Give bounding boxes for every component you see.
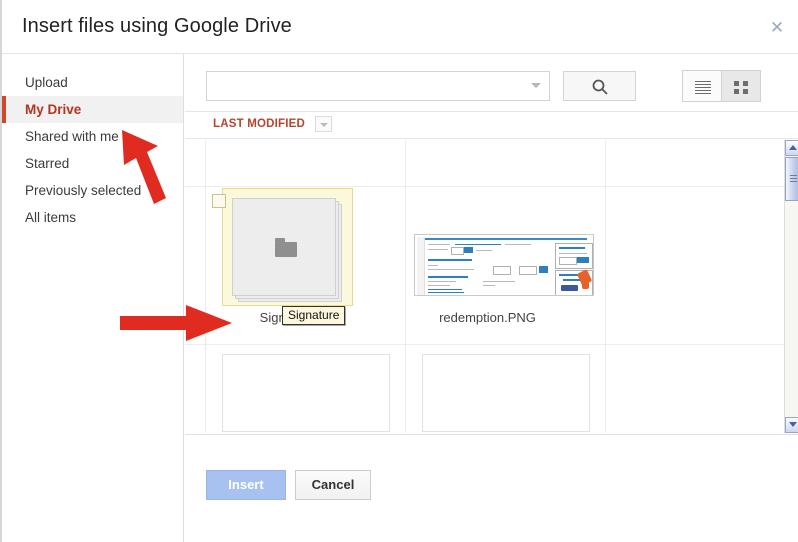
sidebar-item-label: All items xyxy=(25,210,77,225)
sidebar-item-upload[interactable]: Upload xyxy=(2,69,183,96)
sidebar-item-label: My Drive xyxy=(25,102,82,117)
view-toggle-group xyxy=(682,70,761,102)
dialog-title: Insert files using Google Drive xyxy=(22,15,292,37)
sidebar-item-all-items[interactable]: All items xyxy=(2,204,183,231)
sidebar-item-my-drive[interactable]: My Drive xyxy=(2,96,183,123)
sidebar-item-label: Starred xyxy=(25,156,70,171)
sidebar-item-starred[interactable]: Starred xyxy=(2,150,183,177)
file-checkbox[interactable] xyxy=(212,194,226,208)
sidebar-item-label: Shared with me xyxy=(25,129,119,144)
content-panel: LAST MODIFIED Signature redemption.PNG I… xyxy=(185,54,798,542)
close-icon[interactable]: ✕ xyxy=(767,18,787,38)
insert-files-dialog: Insert files using Google Drive ✕ Upload… xyxy=(0,0,798,542)
grid-divider xyxy=(185,344,784,345)
folder-icon xyxy=(275,238,297,257)
file-tooltip: Signature xyxy=(282,306,346,325)
search-box xyxy=(206,71,550,101)
scrollbar-thumb[interactable] xyxy=(785,157,798,201)
list-view-icon xyxy=(695,81,711,94)
search-button[interactable] xyxy=(563,71,636,101)
sort-bar: LAST MODIFIED xyxy=(185,111,798,139)
file-item-signature[interactable]: Signature Signature xyxy=(206,188,406,336)
sidebar-nav-list: Upload My Drive Shared with me Starred P… xyxy=(2,54,183,231)
dialog-footer: Insert Cancel xyxy=(185,434,798,542)
file-item-placeholder[interactable] xyxy=(206,346,406,433)
scrollbar-grip-icon xyxy=(790,175,797,182)
list-view-button[interactable] xyxy=(683,71,722,101)
search-input[interactable] xyxy=(207,72,525,100)
grid-divider xyxy=(185,186,784,187)
sidebar-item-label: Previously selected xyxy=(25,183,142,198)
file-item-redemption-png[interactable]: redemption.PNG xyxy=(406,188,606,336)
grid-view-button[interactable] xyxy=(721,71,760,101)
sidebar-item-previously-selected[interactable]: Previously selected xyxy=(2,177,183,204)
file-placeholder-box xyxy=(422,354,590,432)
grid-view-icon xyxy=(733,81,749,94)
chevron-down-icon[interactable] xyxy=(531,83,541,88)
sidebar-item-shared-with-me[interactable]: Shared with me xyxy=(2,123,183,150)
folder-thumbnail xyxy=(232,198,342,302)
file-name-label: redemption.PNG xyxy=(439,310,536,325)
sidebar: Upload My Drive Shared with me Starred P… xyxy=(2,54,184,542)
content-toolbar xyxy=(185,54,798,111)
image-thumbnail xyxy=(414,234,594,296)
search-icon xyxy=(592,79,608,95)
cancel-button[interactable]: Cancel xyxy=(295,470,371,500)
file-grid-area: Signature Signature xyxy=(185,140,784,433)
insert-button[interactable]: Insert xyxy=(206,470,286,500)
vertical-scrollbar[interactable] xyxy=(784,140,798,433)
file-item-placeholder[interactable] xyxy=(406,346,606,433)
sidebar-item-label: Upload xyxy=(25,75,68,90)
scroll-up-arrow-icon[interactable] xyxy=(785,140,798,156)
chevron-down-icon[interactable] xyxy=(315,116,332,132)
sort-label[interactable]: LAST MODIFIED xyxy=(213,118,305,130)
dialog-titlebar: Insert files using Google Drive ✕ xyxy=(2,0,798,54)
scroll-down-arrow-icon[interactable] xyxy=(785,417,798,433)
file-placeholder-box xyxy=(222,354,390,432)
